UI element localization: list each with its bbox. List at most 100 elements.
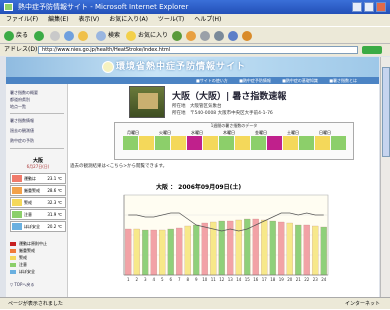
- home-icon[interactable]: [78, 31, 88, 41]
- week-day-label: 水曜日: [191, 130, 203, 135]
- heat-row: 厳重警戒 28.6 ℃: [10, 185, 66, 196]
- x-tick-label: 15: [245, 277, 251, 282]
- heat-level-icon: [12, 175, 22, 182]
- refresh-icon[interactable]: [64, 31, 74, 41]
- chart-bar: [133, 228, 140, 276]
- nav-link-usage[interactable]: ■サイトの使い方: [196, 78, 228, 83]
- menu-tools[interactable]: ツール(T): [158, 16, 184, 23]
- chart-bar: [176, 227, 183, 276]
- week-day-label: 日曜日: [319, 130, 331, 135]
- site-title: 環境省熱中症予防情報サイト: [116, 62, 247, 72]
- address-input[interactable]: http://www.nies.go.jp/health/HeatStroke/…: [38, 46, 358, 54]
- favorites-label[interactable]: お気に入り: [138, 27, 168, 45]
- hourly-chart: 1 2 3 4 5 6 7 8 9 10 11 12 13 14 15 16 17 18 19 20 21 22 23 24: [123, 194, 329, 282]
- chart-bar: [269, 220, 276, 276]
- mail-icon[interactable]: [200, 31, 210, 41]
- legend-label: 厳重警戒: [19, 248, 35, 253]
- legend-swatch: [10, 270, 16, 274]
- x-tick-label: 6: [169, 277, 172, 282]
- x-tick-label: 16: [253, 277, 259, 282]
- minimize-button[interactable]: [352, 2, 362, 12]
- menu-help[interactable]: ヘルプ(H): [194, 16, 221, 23]
- heat-level-icon: [12, 199, 22, 206]
- week-panel: 1週間の暑さ指数のデータ 月曜日 火曜日 水曜日 木曜日 金曜日 土曜日 日曜日: [114, 122, 354, 160]
- week-strip-cell: [123, 136, 138, 150]
- sidebar-link-points[interactable]: 地点一覧: [10, 104, 26, 109]
- menu-file[interactable]: ファイル(F): [6, 16, 38, 23]
- history-icon[interactable]: [186, 31, 196, 41]
- status-text: ページが表示されました: [8, 301, 63, 307]
- back-label[interactable]: 戻る: [16, 27, 28, 45]
- menu-favorites[interactable]: お気に入り(A): [109, 16, 148, 23]
- week-day-label: 土曜日: [287, 130, 299, 135]
- nav-link-info[interactable]: ■熱中症予防情報: [239, 78, 271, 83]
- x-tick-label: 22: [304, 277, 310, 282]
- sidebar-link-info[interactable]: 暑さ指数情報: [10, 118, 34, 123]
- week-strip-cell: [155, 136, 170, 150]
- media-icon[interactable]: [172, 31, 182, 41]
- sidebar-divider: [10, 113, 64, 114]
- week-day-label: 火曜日: [159, 130, 171, 135]
- x-tick-label: 7: [178, 277, 181, 282]
- sidebar-link-overview[interactable]: 暑さ指数の概要: [10, 90, 38, 95]
- sidebar-link-prevention[interactable]: 熱中症の予防: [10, 138, 34, 143]
- past-data-note[interactable]: 過去の観測結果は<こちら>から閲覧できます。: [70, 163, 167, 169]
- x-tick-label: 3: [144, 277, 147, 282]
- menu-view[interactable]: 表示(V): [78, 16, 99, 23]
- print-icon[interactable]: [214, 31, 224, 41]
- chart-bar: [295, 224, 302, 276]
- menu-edit[interactable]: 編集(E): [48, 16, 68, 23]
- week-strip-cell: [171, 136, 186, 150]
- heat-row: ほぼ安全 20.2 ℃: [10, 221, 66, 232]
- nav-link-basics[interactable]: ■熱中症の基礎知識: [282, 78, 318, 83]
- heat-label: ほぼ安全: [24, 224, 40, 229]
- window-title: 熱中症予防情報サイト - Microsoft Internet Explorer: [18, 3, 189, 11]
- legend-item: 運動は原則中止: [10, 241, 47, 247]
- close-button[interactable]: [376, 2, 386, 12]
- sidebar-link-past[interactable]: 過去の観測値: [10, 128, 34, 133]
- heat-level-icon: [12, 211, 22, 218]
- x-tick-label: 8: [186, 277, 189, 282]
- vertical-scrollbar[interactable]: [380, 57, 390, 297]
- nav-link-index[interactable]: ■暑さ指数とは: [329, 78, 357, 83]
- legend-label: ほぼ安全: [19, 269, 35, 274]
- search-label[interactable]: 検索: [108, 27, 120, 45]
- search-icon[interactable]: [96, 31, 106, 41]
- messenger-icon[interactable]: [242, 31, 252, 41]
- back-icon[interactable]: [4, 31, 14, 41]
- heat-level-icon: [12, 223, 22, 230]
- sidebar-divider: [10, 148, 64, 149]
- edit-icon[interactable]: [228, 31, 238, 41]
- chart-bar: [159, 229, 166, 276]
- zone-text: インターネット: [344, 301, 380, 307]
- sidebar-link-prefecture[interactable]: 都道府県別: [10, 97, 30, 102]
- chart-bar: [193, 224, 200, 276]
- status-bar: ページが表示されました インターネット: [0, 297, 390, 309]
- heat-label: 注意: [24, 212, 32, 217]
- legend-label: 注意: [19, 262, 27, 267]
- forward-icon[interactable]: [34, 31, 44, 41]
- chart-bar: [150, 229, 157, 276]
- chart-bar: [184, 225, 191, 276]
- chart-bar: [312, 225, 319, 276]
- legend-item: 厳重警戒: [10, 248, 35, 254]
- stop-icon[interactable]: [50, 31, 60, 41]
- legend-item: ほぼ安全: [10, 269, 35, 275]
- week-day-label: 木曜日: [223, 130, 235, 135]
- week-day-label: 月曜日: [127, 130, 139, 135]
- week-strip-cell: [235, 136, 250, 150]
- favorites-icon[interactable]: [126, 31, 136, 41]
- menu-bar: ファイル(F) 編集(E) 表示(V) お気に入り(A) ツール(T) ヘルプ(…: [0, 14, 390, 26]
- chart-title: 大阪 ： 2006年09月09日(土): [156, 184, 242, 191]
- x-tick-label: 19: [279, 277, 285, 282]
- address-bar: アドレス(D) http://www.nies.go.jp/health/Hea…: [0, 44, 390, 56]
- chart-bar: [278, 221, 285, 276]
- week-strip-cell: [283, 136, 298, 150]
- x-tick-label: 12: [219, 277, 225, 282]
- heat-value: 32.3 ℃: [47, 200, 62, 205]
- go-button[interactable]: [362, 46, 382, 54]
- chart-bar: [252, 218, 259, 276]
- top-link[interactable]: ▽ TOPへ戻る: [10, 282, 34, 287]
- scrollbar-thumb[interactable]: [382, 67, 390, 157]
- maximize-button[interactable]: [364, 2, 374, 12]
